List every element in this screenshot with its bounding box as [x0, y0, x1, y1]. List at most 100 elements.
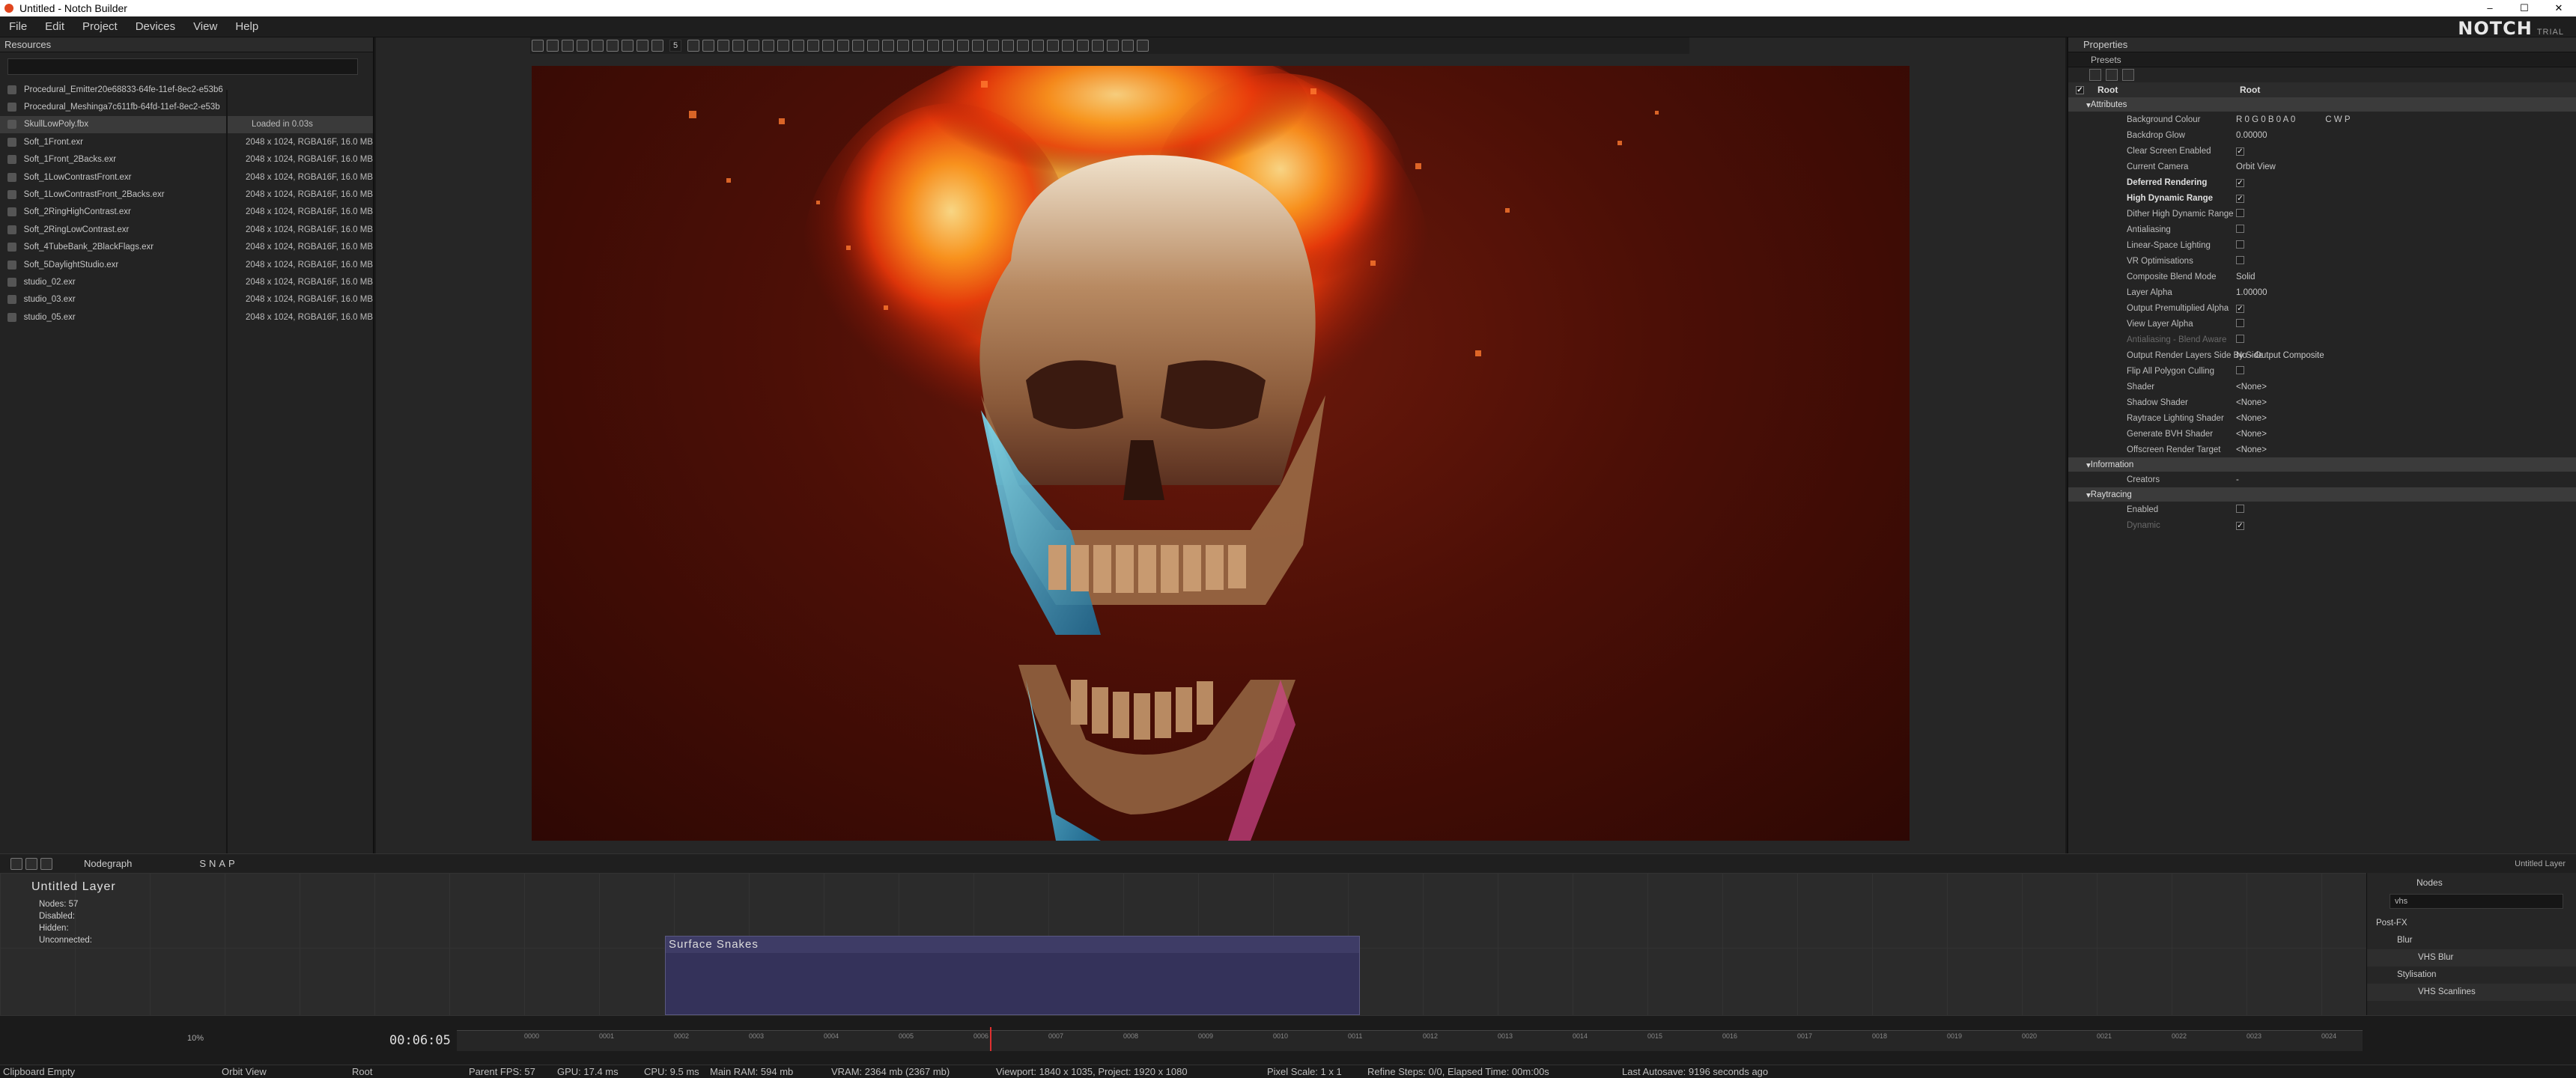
- property-value[interactable]: [2236, 318, 2576, 329]
- viewport-tool-icon[interactable]: [651, 40, 663, 52]
- maximize-button[interactable]: ☐: [2507, 0, 2542, 16]
- property-row[interactable]: Enabled: [2068, 502, 2576, 517]
- property-value[interactable]: [2236, 255, 2576, 267]
- root-checkbox[interactable]: ✓: [2076, 85, 2084, 94]
- property-checkbox[interactable]: ✓: [2236, 521, 2244, 530]
- viewport-tool-icon[interactable]: [637, 40, 648, 52]
- viewport-tool-icon[interactable]: [972, 40, 985, 52]
- resource-item[interactable]: Procedural_Emitter20e68833-64fe-11ef-8ec…: [0, 81, 373, 98]
- viewport-tool-icon[interactable]: [837, 40, 850, 52]
- property-row[interactable]: Output Render Layers Side By Side No - Ou…: [2068, 347, 2576, 363]
- surface-snakes-group-node[interactable]: Surface Snakes: [665, 936, 1360, 1015]
- menu-help[interactable]: Help: [226, 20, 267, 33]
- resource-item[interactable]: Soft_2RingHighContrast.exr 2048 x 1024, R…: [0, 204, 373, 221]
- tab-nodegraph[interactable]: Nodegraph: [84, 858, 132, 869]
- viewport-tool-icon[interactable]: [882, 40, 895, 52]
- zoom-label[interactable]: 10%: [187, 1034, 204, 1043]
- property-value[interactable]: <None>: [2236, 430, 2576, 439]
- toolbar-icon[interactable]: [40, 857, 52, 870]
- property-row[interactable]: Creators -: [2068, 472, 2576, 487]
- viewport-tool-icon[interactable]: [1107, 40, 1120, 52]
- toolbar-icon[interactable]: [25, 857, 37, 870]
- property-extra[interactable]: C W P: [2325, 115, 2350, 124]
- property-value[interactable]: [2236, 334, 2576, 345]
- property-row[interactable]: Shadow Shader <None>: [2068, 395, 2576, 410]
- property-checkbox[interactable]: [2236, 224, 2244, 233]
- node-tree-item[interactable]: Stylisation: [2367, 966, 2576, 984]
- property-row[interactable]: Shader <None>: [2068, 379, 2576, 395]
- viewport-tool-icon[interactable]: [777, 40, 790, 52]
- property-value[interactable]: Solid: [2236, 272, 2576, 281]
- property-checkbox[interactable]: ✓: [2236, 178, 2244, 187]
- viewport-tool-icon[interactable]: [1047, 40, 1060, 52]
- refresh-icon[interactable]: [2106, 69, 2118, 81]
- minimize-button[interactable]: –: [2473, 0, 2507, 16]
- property-value[interactable]: R 0 G 0 B 0 A 0 C W P: [2236, 115, 2576, 124]
- node-tree-item[interactable]: Blur: [2367, 932, 2576, 949]
- viewport-tool-icon[interactable]: [1077, 40, 1090, 52]
- menu-devices[interactable]: Devices: [127, 20, 184, 33]
- viewport-tool-icon[interactable]: [897, 40, 910, 52]
- resource-item[interactable]: Soft_1Front.exr 2048 x 1024, RGBA16F, 16.…: [0, 133, 373, 150]
- viewport-tool-icon[interactable]: [1032, 40, 1045, 52]
- property-row[interactable]: Antialiasing - Blend Aware: [2068, 332, 2576, 347]
- property-checkbox[interactable]: [2236, 318, 2244, 327]
- property-row[interactable]: Dither High Dynamic Range: [2068, 206, 2576, 222]
- property-value[interactable]: ✓: [2236, 304, 2576, 313]
- property-row[interactable]: Flip All Polygon Culling: [2068, 363, 2576, 379]
- clear-icon[interactable]: [2122, 69, 2134, 81]
- property-checkbox[interactable]: [2236, 334, 2244, 343]
- property-value[interactable]: <None>: [2236, 445, 2576, 454]
- property-checkbox[interactable]: ✓: [2236, 304, 2244, 313]
- resource-item[interactable]: Soft_2RingLowContrast.exr 2048 x 1024, RG…: [0, 221, 373, 238]
- property-checkbox[interactable]: [2236, 365, 2244, 374]
- node-tree-item[interactable]: VHS Scanlines: [2367, 984, 2576, 1001]
- property-row[interactable]: Background Colour R 0 G 0 B 0 A 0 C W P: [2068, 112, 2576, 127]
- property-row[interactable]: Clear Screen Enabled ✓: [2068, 143, 2576, 159]
- render-viewport[interactable]: [532, 66, 1910, 841]
- property-value[interactable]: [2236, 240, 2576, 251]
- viewport-tool-icon[interactable]: [562, 40, 574, 52]
- viewport-tool-icon[interactable]: [1002, 40, 1015, 52]
- viewport-tool-icon[interactable]: [852, 40, 865, 52]
- viewport-tool-icon[interactable]: [607, 40, 619, 52]
- property-value[interactable]: ✓: [2236, 178, 2576, 187]
- property-value[interactable]: -: [2236, 475, 2576, 484]
- viewport-tool-icon[interactable]: [867, 40, 880, 52]
- property-checkbox[interactable]: ✓: [2236, 194, 2244, 203]
- property-value[interactable]: <None>: [2236, 383, 2576, 392]
- viewport-tool-icon[interactable]: [792, 40, 805, 52]
- viewport-tool-icon[interactable]: [1092, 40, 1105, 52]
- viewport-tool-icon[interactable]: [532, 40, 544, 52]
- property-row[interactable]: Antialiasing: [2068, 222, 2576, 237]
- resource-item[interactable]: studio_03.exr 2048 x 1024, RGBA16F, 16.0 …: [0, 291, 373, 308]
- node-tree-item[interactable]: Post-FX: [2367, 915, 2576, 932]
- property-value[interactable]: 0.00000: [2236, 131, 2576, 140]
- property-value[interactable]: <None>: [2236, 398, 2576, 407]
- property-value[interactable]: Orbit View: [2236, 162, 2576, 171]
- property-value[interactable]: 1.00000: [2236, 288, 2576, 297]
- toolbar-icon[interactable]: [10, 857, 22, 870]
- viewport-tool-icon[interactable]: [942, 40, 955, 52]
- menu-edit[interactable]: Edit: [36, 20, 73, 33]
- nodes-search-input[interactable]: vhs: [2390, 894, 2563, 909]
- viewport-tool-icon[interactable]: [807, 40, 820, 52]
- property-row[interactable]: Backdrop Glow 0.00000: [2068, 127, 2576, 143]
- viewport-tool-icon[interactable]: [732, 40, 745, 52]
- property-row[interactable]: Generate BVH Shader <None>: [2068, 426, 2576, 442]
- group-attributes[interactable]: ▾ Attributes: [2068, 97, 2576, 112]
- playhead[interactable]: [990, 1027, 991, 1051]
- property-checkbox[interactable]: ✓: [2236, 147, 2244, 156]
- menu-view[interactable]: View: [184, 20, 226, 33]
- property-row[interactable]: Current Camera Orbit View: [2068, 159, 2576, 174]
- column-splitter[interactable]: [226, 90, 228, 853]
- property-row[interactable]: Output Premultiplied Alpha ✓: [2068, 300, 2576, 316]
- viewport-tool-icon[interactable]: [717, 40, 730, 52]
- resource-item[interactable]: studio_02.exr 2048 x 1024, RGBA16F, 16.0 …: [0, 273, 373, 290]
- property-row[interactable]: Offscreen Render Target <None>: [2068, 442, 2576, 457]
- snap-label[interactable]: SNAP: [199, 858, 237, 869]
- property-value[interactable]: [2236, 208, 2576, 219]
- property-value[interactable]: [2236, 224, 2576, 235]
- viewport-tool-icon[interactable]: [987, 40, 1000, 52]
- viewport-tool-icon[interactable]: [702, 40, 715, 52]
